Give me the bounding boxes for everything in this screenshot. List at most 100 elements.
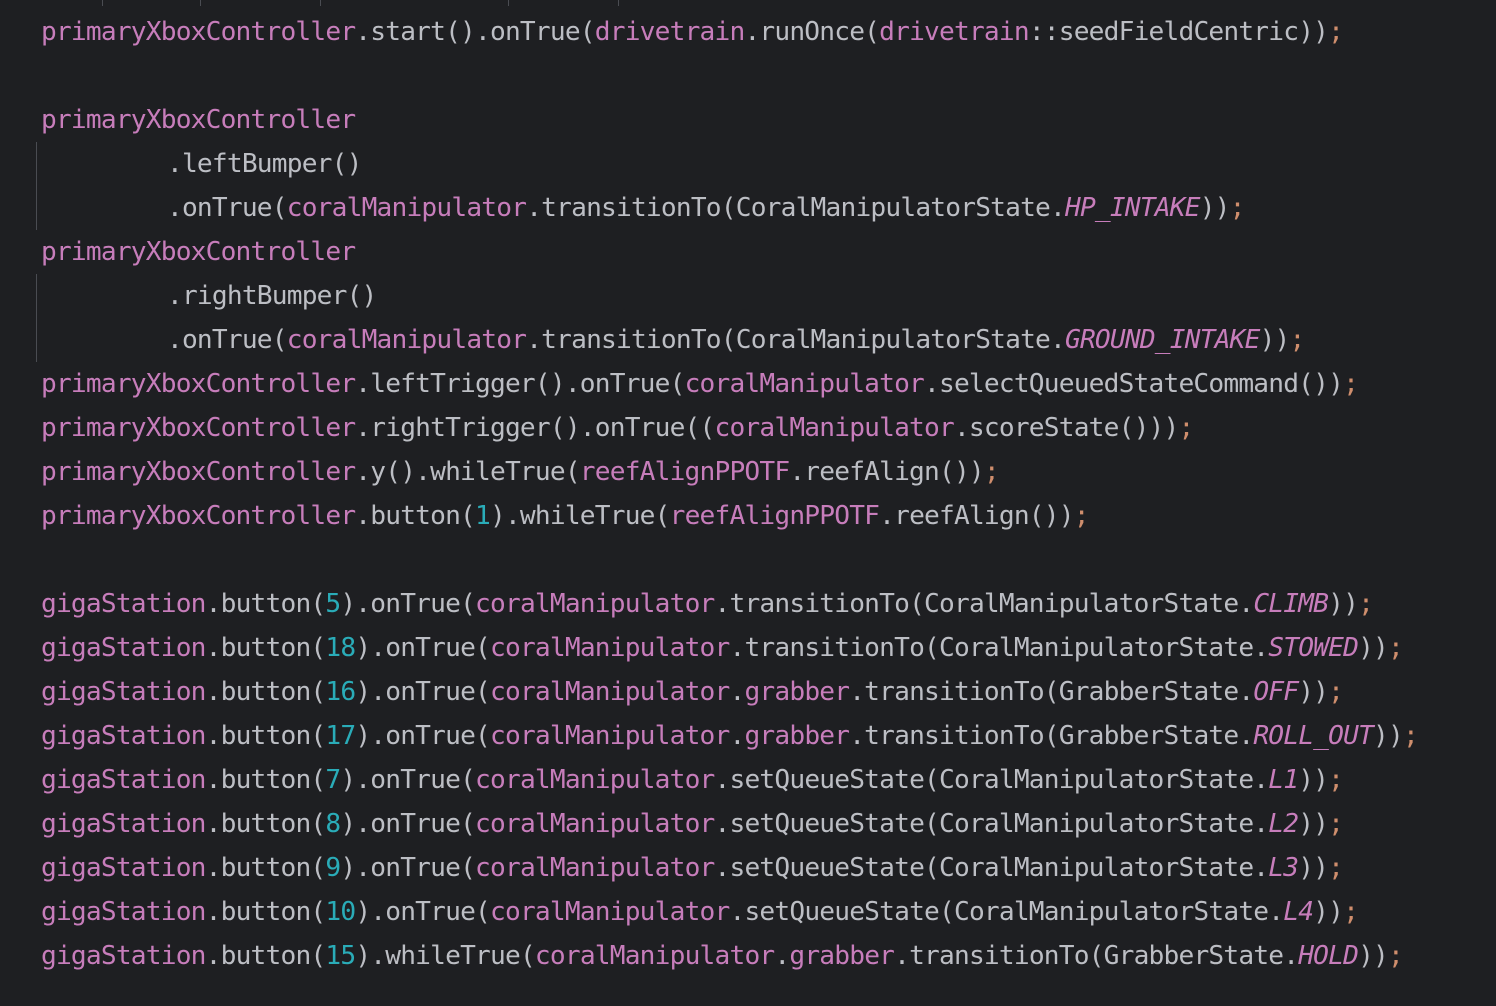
semicolon-token: ; xyxy=(1388,633,1404,663)
line-fragment xyxy=(320,0,321,6)
code-token: .transitionTo(GrabberState. xyxy=(849,721,1254,751)
code-line[interactable]: primaryXboxController.button(1).whileTru… xyxy=(41,494,1418,538)
field-reference: coralManipulator xyxy=(490,897,730,927)
line-fragment xyxy=(508,0,509,6)
field-reference: coralManipulator xyxy=(475,589,715,619)
semicolon-token: ; xyxy=(1328,765,1344,795)
field-reference: coralManipulator xyxy=(684,369,925,399)
code-token: )) xyxy=(1358,941,1389,971)
number-literal: 1 xyxy=(475,501,491,531)
code-token: .button( xyxy=(205,897,327,927)
semicolon-token: ; xyxy=(1328,853,1344,883)
code-line[interactable] xyxy=(41,54,1418,98)
code-line[interactable]: gigaStation.button(7).onTrue(coralManipu… xyxy=(41,758,1418,802)
code-line[interactable]: primaryXboxController.leftTrigger().onTr… xyxy=(41,362,1418,406)
code-line[interactable]: gigaStation.button(5).onTrue(coralManipu… xyxy=(41,582,1418,626)
code-token: .setQueueState(CoralManipulatorState. xyxy=(714,765,1270,795)
code-line[interactable]: .leftBumper() xyxy=(41,142,1418,186)
field-reference: coralManipulator xyxy=(475,765,715,795)
code-token: ).onTrue( xyxy=(340,765,476,795)
enum-constant: L3 xyxy=(1268,853,1299,883)
number-literal: 18 xyxy=(325,633,356,663)
semicolon-token: ; xyxy=(1073,501,1090,531)
field-reference: coralManipulator xyxy=(490,633,730,663)
code-line[interactable]: primaryXboxController.y().whileTrue(reef… xyxy=(41,450,1418,494)
enum-constant: L4 xyxy=(1283,897,1314,927)
code-token: .start().onTrue( xyxy=(355,17,595,47)
field-reference: gigaStation xyxy=(41,853,206,883)
indent-guide xyxy=(36,142,37,230)
code-token: .setQueueState(CoralManipulatorState. xyxy=(729,897,1284,927)
code-token: .transitionTo(GrabberState. xyxy=(849,677,1254,707)
code-line[interactable]: primaryXboxController.start().onTrue( dri… xyxy=(41,10,1418,54)
number-literal: 10 xyxy=(325,897,356,927)
semicolon-token: ; xyxy=(1402,721,1419,751)
code-token: .rightBumper() xyxy=(167,281,377,311)
semicolon-token: ; xyxy=(1388,941,1404,971)
code-token: .onTrue( xyxy=(167,193,288,223)
field-reference: primaryXboxController xyxy=(41,413,356,443)
field-reference: coralManipulator xyxy=(475,809,715,839)
code-token: .runOnce( xyxy=(744,17,880,47)
code-token: .selectQueuedStateCommand()) xyxy=(924,369,1344,399)
code-line[interactable]: primaryXboxController xyxy=(41,230,1418,274)
field-reference: grabber xyxy=(744,721,850,751)
code-line[interactable]: gigaStation.button(18).onTrue(coralManip… xyxy=(41,626,1418,670)
number-literal: 9 xyxy=(325,853,341,883)
field-reference: coralManipulator xyxy=(286,193,527,223)
field-reference: primaryXboxController xyxy=(41,17,356,47)
code-editor[interactable]: primaryXboxController.start().onTrue(dri… xyxy=(0,0,1496,1006)
code-token: . xyxy=(774,941,790,971)
code-line[interactable]: gigaStation.button(17).onTrue(coralManip… xyxy=(41,714,1419,758)
field-reference: coralManipulator xyxy=(714,413,955,443)
semicolon-token: ; xyxy=(1229,193,1246,223)
code-token: .leftBumper() xyxy=(167,149,362,179)
code-token: .transitionTo(CoralManipulatorState. xyxy=(714,589,1255,619)
code-line[interactable]: .rightBumper() xyxy=(41,274,1418,318)
indent-guide xyxy=(36,274,37,362)
code-token: .button( xyxy=(205,809,327,839)
field-reference: drivetrain xyxy=(879,17,1029,47)
code-line[interactable]: gigaStation.button(16).onTrue(coralManip… xyxy=(41,670,1418,714)
code-token: .setQueueState(CoralManipulatorState. xyxy=(714,809,1270,839)
code-token: .scoreState())) xyxy=(953,413,1179,443)
code-token: .rightTrigger().onTrue(( xyxy=(355,413,715,443)
field-reference: primaryXboxController xyxy=(41,457,356,487)
code-token: .button( xyxy=(205,765,327,795)
semicolon-token: ; xyxy=(1343,897,1359,927)
code-token: ).onTrue( xyxy=(355,897,491,927)
field-reference: coralManipulator xyxy=(490,721,730,751)
code-line[interactable]: .onTrue(coralManipulator.transitionTo(Co… xyxy=(41,186,1418,230)
code-line[interactable]: gigaStation.button(15).whileTrue(coralMa… xyxy=(41,934,1418,978)
code-token: )) xyxy=(1373,721,1404,751)
code-line[interactable]: primaryXboxController.rightTrigger().onT… xyxy=(41,406,1418,450)
code-token: .button( xyxy=(205,677,327,707)
line-fragment xyxy=(102,0,103,6)
enum-constant: L1 xyxy=(1268,765,1299,795)
code-token: ).onTrue( xyxy=(355,633,491,663)
code-line[interactable]: .onTrue(coralManipulator.transitionTo(Co… xyxy=(41,318,1418,362)
field-reference: coralManipulator xyxy=(475,853,715,883)
code-token: )) xyxy=(1298,809,1329,839)
enum-constant: OFF xyxy=(1253,677,1299,707)
field-reference: grabber xyxy=(744,677,850,707)
code-line[interactable]: gigaStation.button(8).onTrue(coralManipu… xyxy=(41,802,1418,846)
code-line[interactable] xyxy=(41,538,1418,582)
line-fragment xyxy=(200,0,201,6)
code-line[interactable]: primaryXboxController xyxy=(41,98,1418,142)
field-reference: gigaStation xyxy=(41,809,206,839)
code-token: .transitionTo(CoralManipulatorState. xyxy=(729,633,1269,663)
code-token: )) xyxy=(1199,193,1231,223)
field-reference: gigaStation xyxy=(41,897,206,927)
field-reference: gigaStation xyxy=(41,677,206,707)
enum-constant: L2 xyxy=(1268,809,1299,839)
code-line[interactable]: gigaStation.button(9).onTrue(coralManipu… xyxy=(41,846,1418,890)
code-line[interactable]: gigaStation.button(10).onTrue(coralManip… xyxy=(41,890,1418,934)
number-literal: 17 xyxy=(325,721,356,751)
field-reference: gigaStation xyxy=(41,721,206,751)
code-lines[interactable]: primaryXboxController.start().onTrue(dri… xyxy=(41,10,1419,978)
code-token: .button( xyxy=(355,501,476,531)
code-token: .button( xyxy=(205,589,327,619)
code-token: )) xyxy=(1298,765,1329,795)
code-token: )) xyxy=(1298,677,1329,707)
